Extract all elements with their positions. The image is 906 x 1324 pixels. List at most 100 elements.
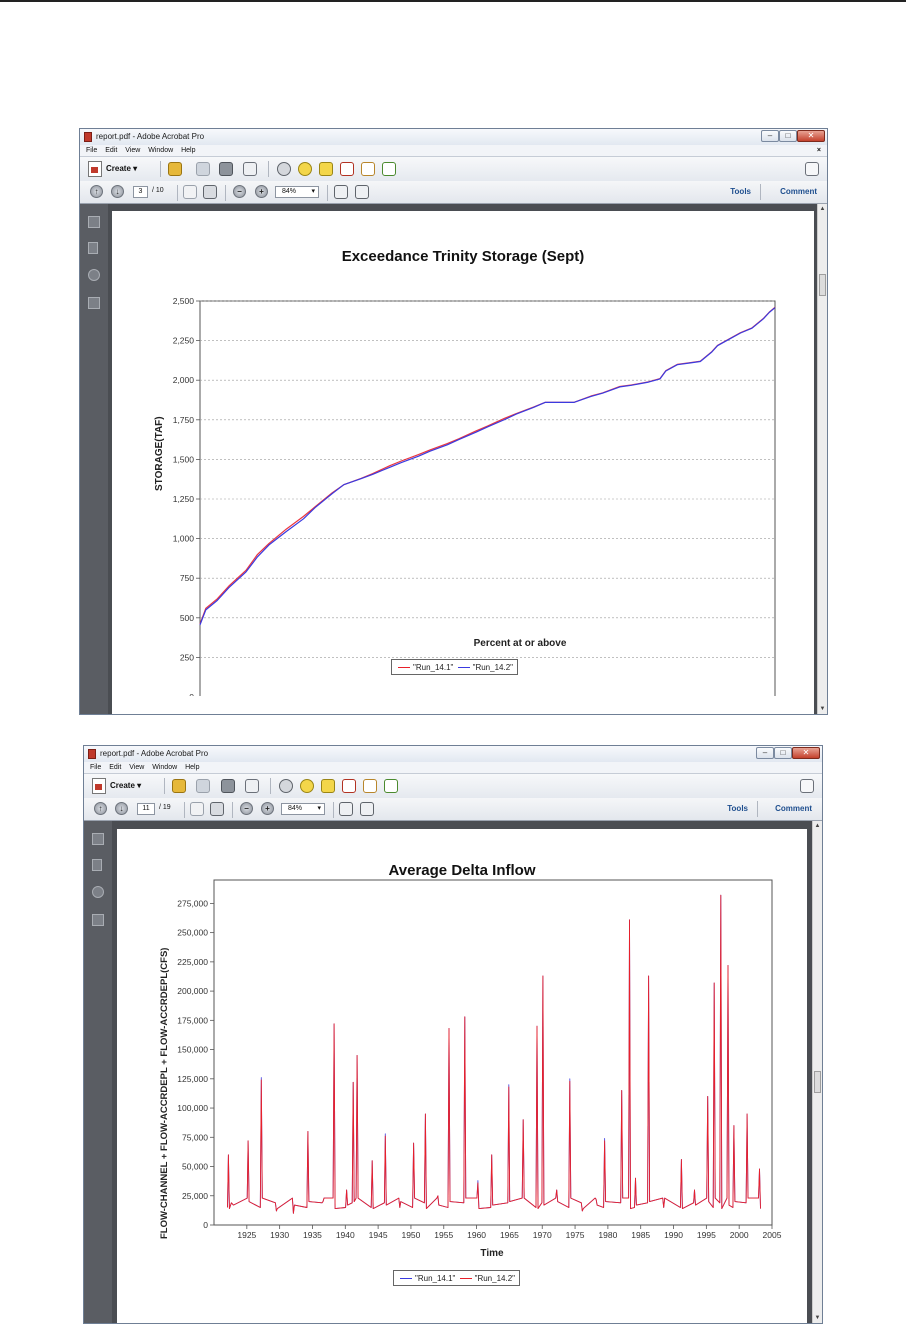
menu-help[interactable]: Help bbox=[185, 762, 199, 773]
fit-width-icon[interactable] bbox=[334, 185, 348, 199]
form-icon[interactable] bbox=[363, 779, 377, 793]
scroll-up-icon[interactable]: ▲ bbox=[818, 206, 827, 212]
tools-link[interactable]: Tools bbox=[727, 804, 748, 813]
next-page-icon[interactable]: ↓ bbox=[115, 802, 128, 815]
comment-bubble-icon[interactable] bbox=[298, 162, 312, 176]
fit-page-icon[interactable] bbox=[360, 802, 374, 816]
create-button[interactable]: Create ▾ bbox=[88, 161, 137, 177]
attachments-icon[interactable] bbox=[92, 886, 104, 898]
create-button[interactable]: Create ▾ bbox=[92, 778, 141, 794]
y-axis-label: STORAGE(TAF) bbox=[154, 416, 165, 491]
y-tick-label: 275,000 bbox=[177, 898, 208, 908]
signatures-icon[interactable] bbox=[92, 914, 104, 926]
open-folder-icon[interactable] bbox=[172, 779, 186, 793]
menu-help[interactable]: Help bbox=[181, 145, 195, 156]
page-thumbnails-icon[interactable] bbox=[92, 833, 104, 845]
print-icon[interactable] bbox=[219, 162, 233, 176]
menu-view[interactable]: View bbox=[129, 762, 144, 773]
x-tick-label: 1935 bbox=[303, 1230, 322, 1240]
create-pdf-icon bbox=[88, 161, 102, 177]
select-cursor-icon[interactable] bbox=[183, 185, 197, 199]
highlight-icon[interactable] bbox=[321, 779, 335, 793]
minimize-button[interactable]: – bbox=[756, 747, 774, 759]
y-tick-label: 125,000 bbox=[177, 1074, 208, 1084]
page-number-input[interactable]: 11 bbox=[137, 803, 155, 815]
page-thumbnails-icon[interactable] bbox=[88, 216, 100, 228]
tools-link[interactable]: Tools bbox=[730, 187, 751, 196]
next-page-icon[interactable]: ↓ bbox=[111, 185, 124, 198]
bookmarks-icon[interactable] bbox=[92, 859, 102, 871]
gear-icon[interactable] bbox=[277, 162, 291, 176]
comment-link[interactable]: Comment bbox=[780, 187, 817, 196]
maximize-button[interactable]: □ bbox=[774, 747, 792, 759]
save-icon[interactable] bbox=[196, 162, 210, 176]
close-document-icon[interactable]: × bbox=[817, 145, 821, 156]
x-tick-label: 1960 bbox=[467, 1230, 486, 1240]
vertical-scrollbar[interactable]: ▲ ▼ bbox=[812, 821, 822, 1323]
hand-tool-icon[interactable] bbox=[210, 802, 224, 816]
form-icon[interactable] bbox=[361, 162, 375, 176]
expand-icon[interactable] bbox=[800, 779, 814, 793]
zoom-out-icon[interactable]: − bbox=[233, 185, 246, 198]
y-tick-label: 2,500 bbox=[173, 296, 195, 306]
close-button[interactable]: ✕ bbox=[792, 747, 820, 759]
scroll-up-icon[interactable]: ▲ bbox=[813, 823, 822, 829]
y-tick-label: 225,000 bbox=[177, 957, 208, 967]
menu-view[interactable]: View bbox=[125, 145, 140, 156]
scroll-down-icon[interactable]: ▼ bbox=[813, 1315, 822, 1321]
page-number-input[interactable]: 3 bbox=[133, 186, 148, 198]
export-icon[interactable] bbox=[382, 162, 396, 176]
menu-file[interactable]: File bbox=[90, 762, 101, 773]
fit-width-icon[interactable] bbox=[339, 802, 353, 816]
menu-window[interactable]: Window bbox=[152, 762, 177, 773]
sign-icon[interactable] bbox=[342, 779, 356, 793]
x-tick-label: 1980 bbox=[598, 1230, 617, 1240]
y-tick-label: 100,000 bbox=[177, 1103, 208, 1113]
maximize-button[interactable]: □ bbox=[779, 130, 797, 142]
previous-page-icon[interactable]: ↑ bbox=[94, 802, 107, 815]
attachments-icon[interactable] bbox=[88, 269, 100, 281]
menu-edit[interactable]: Edit bbox=[105, 145, 117, 156]
print-icon[interactable] bbox=[221, 779, 235, 793]
zoom-select[interactable]: 84% bbox=[275, 186, 319, 198]
x-tick-label: 1940 bbox=[336, 1230, 355, 1240]
close-button[interactable]: ✕ bbox=[797, 130, 825, 142]
previous-page-icon[interactable]: ↑ bbox=[90, 185, 103, 198]
scroll-thumb[interactable] bbox=[819, 274, 826, 296]
zoom-value: 84% bbox=[282, 188, 297, 195]
create-label: Create bbox=[106, 164, 131, 174]
highlight-icon[interactable] bbox=[319, 162, 333, 176]
bookmarks-icon[interactable] bbox=[88, 242, 98, 254]
scroll-down-icon[interactable]: ▼ bbox=[818, 706, 827, 712]
document-area: Average Delta Inflow 0 25,000 50,000 75,000… bbox=[112, 821, 812, 1323]
email-icon[interactable] bbox=[245, 779, 259, 793]
comment-link[interactable]: Comment bbox=[775, 804, 812, 813]
menu-window[interactable]: Window bbox=[148, 145, 173, 156]
select-cursor-icon[interactable] bbox=[190, 802, 204, 816]
email-icon[interactable] bbox=[243, 162, 257, 176]
zoom-out-icon[interactable]: − bbox=[240, 802, 253, 815]
menu-file[interactable]: File bbox=[86, 145, 97, 156]
open-folder-icon[interactable] bbox=[168, 162, 182, 176]
sign-icon[interactable] bbox=[340, 162, 354, 176]
chart-legend: "Run_14.1" "Run_14.2" bbox=[393, 1270, 520, 1286]
fit-page-icon[interactable] bbox=[355, 185, 369, 199]
comment-bubble-icon[interactable] bbox=[300, 779, 314, 793]
gear-icon[interactable] bbox=[279, 779, 293, 793]
zoom-value: 84% bbox=[288, 805, 303, 812]
signatures-icon[interactable] bbox=[88, 297, 100, 309]
scroll-thumb[interactable] bbox=[814, 1071, 821, 1093]
y-tick-label: 1,500 bbox=[173, 454, 195, 464]
x-tick-label: 1950 bbox=[401, 1230, 420, 1240]
exceedance-chart: 0 250 500 750 1,000 1,250 1,500 1,750 2,000 2,250… bbox=[173, 296, 776, 696]
menu-edit[interactable]: Edit bbox=[109, 762, 121, 773]
zoom-in-icon[interactable]: + bbox=[261, 802, 274, 815]
expand-icon[interactable] bbox=[805, 162, 819, 176]
hand-tool-icon[interactable] bbox=[203, 185, 217, 199]
vertical-scrollbar[interactable]: ▲ ▼ bbox=[817, 204, 827, 714]
export-icon[interactable] bbox=[384, 779, 398, 793]
zoom-in-icon[interactable]: + bbox=[255, 185, 268, 198]
save-icon[interactable] bbox=[196, 779, 210, 793]
minimize-button[interactable]: – bbox=[761, 130, 779, 142]
zoom-select[interactable]: 84% bbox=[281, 803, 325, 815]
